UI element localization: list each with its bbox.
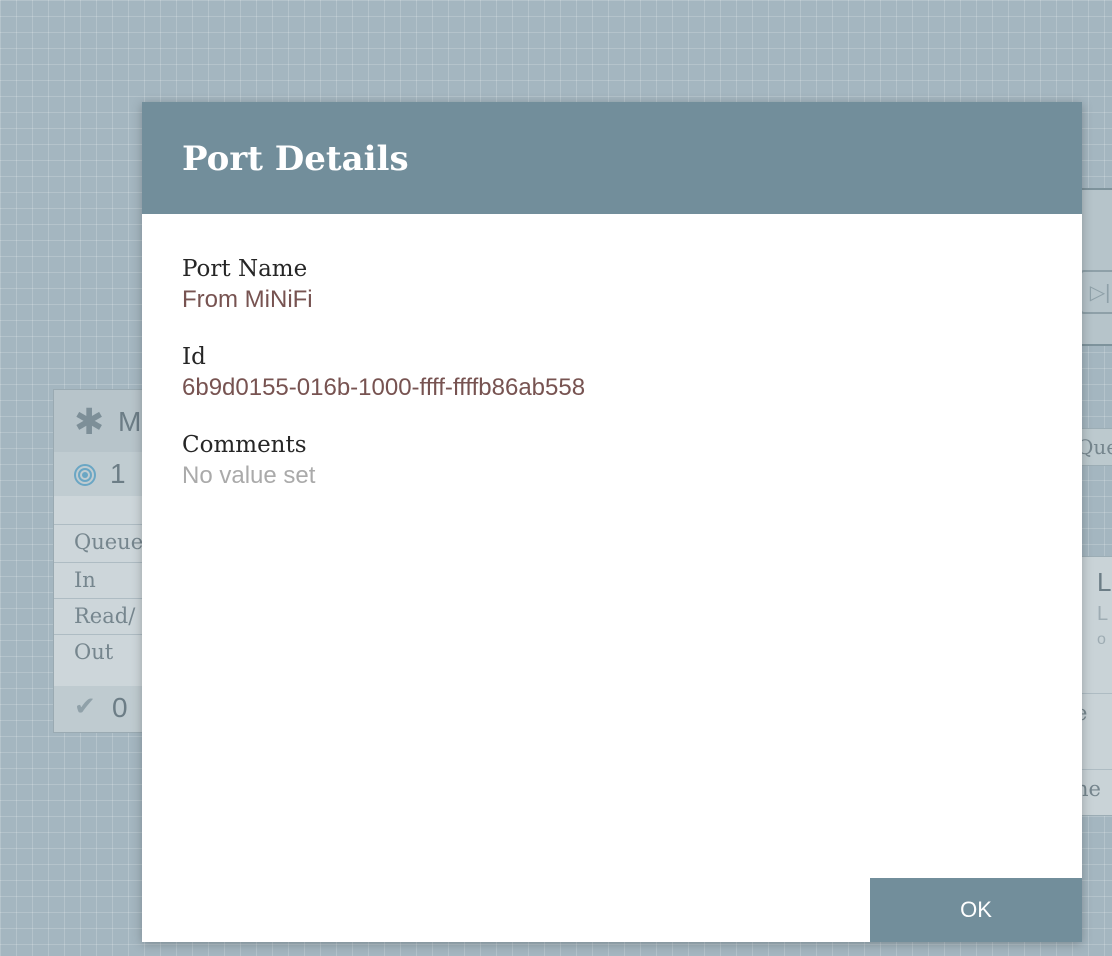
- comments-value: No value set: [182, 462, 316, 489]
- processor-count: 1: [110, 458, 126, 489]
- component-subtitle-fragment: L: [1097, 603, 1109, 625]
- processor-footer-count: 0: [112, 692, 128, 723]
- port-name-value: From MiNiFi: [182, 286, 313, 313]
- id-label: Id: [182, 344, 206, 370]
- component-small-fragment: o: [1097, 631, 1106, 648]
- component-title-fragment: L: [1097, 567, 1112, 597]
- comments-label: Comments: [182, 432, 307, 458]
- ok-button[interactable]: OK: [870, 878, 1082, 942]
- check-icon: ✔: [74, 692, 96, 722]
- port-name-label: Port Name: [182, 256, 308, 282]
- processor-icon: ✱: [74, 402, 105, 443]
- target-icon: [74, 464, 96, 486]
- port-details-dialog: Port Details Port Name From MiNiFi Id 6b…: [142, 102, 1082, 942]
- processor-name: M: [118, 406, 142, 437]
- dialog-title: Port Details: [182, 139, 409, 179]
- play-step-icon: ▷|: [1080, 270, 1112, 314]
- id-value: 6b9d0155-016b-1000-ffff-ffffb86ab558: [182, 374, 586, 401]
- dialog-header: Port Details: [142, 102, 1082, 214]
- id-field: Id 6b9d0155-016b-1000-ffff-ffffb86ab558: [182, 342, 1042, 406]
- dialog-body: Port Name From MiNiFi Id 6b9d0155-016b-1…: [142, 214, 1082, 494]
- port-name-field: Port Name From MiNiFi: [182, 254, 1042, 318]
- comments-field: Comments No value set: [182, 430, 1042, 494]
